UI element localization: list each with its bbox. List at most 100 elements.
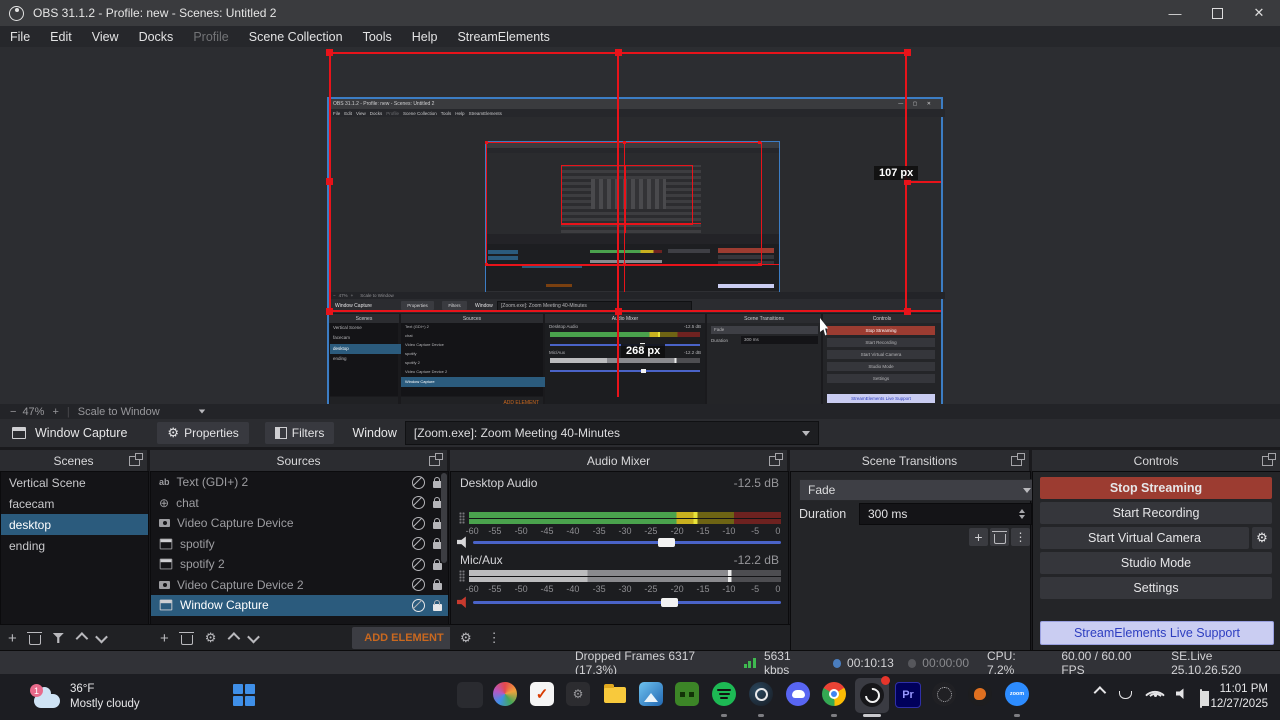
- maximize-button[interactable]: [1196, 0, 1238, 26]
- scenes-popout-icon[interactable]: [129, 453, 143, 466]
- discord-icon[interactable]: [786, 682, 810, 706]
- minecraft-icon[interactable]: [675, 682, 699, 706]
- selection-handle-ml[interactable]: [326, 178, 333, 185]
- fl-studio-icon[interactable]: [968, 682, 992, 706]
- mixer-panel-header[interactable]: Audio Mixer: [450, 450, 787, 471]
- weather-widget[interactable]: 1 36°F Mostly cloudy: [30, 682, 140, 712]
- minimize-button[interactable]: —: [1154, 0, 1196, 26]
- lock-icon[interactable]: [433, 558, 442, 570]
- source-item-video-capture-2[interactable]: Video Capture Device 2: [151, 575, 448, 596]
- sources-scrollbar[interactable]: [441, 473, 447, 563]
- scene-up-button[interactable]: [75, 631, 89, 645]
- scene-item-desktop[interactable]: desktop: [1, 514, 148, 535]
- properties-button[interactable]: ⚙ Properties: [157, 422, 249, 444]
- close-button[interactable]: ✕: [1238, 0, 1280, 26]
- start-recording-button[interactable]: Start Recording: [1040, 502, 1272, 524]
- menu-edit[interactable]: Edit: [40, 26, 82, 47]
- zoom-out-button[interactable]: −: [0, 406, 22, 418]
- photos-app-icon[interactable]: [639, 682, 663, 706]
- start-virtual-camera-button[interactable]: Start Virtual Camera: [1040, 527, 1249, 549]
- scene-down-button[interactable]: [94, 630, 108, 643]
- scene-filters-button[interactable]: [52, 633, 64, 643]
- menu-streamelements[interactable]: StreamElements: [447, 26, 559, 47]
- spotify-icon[interactable]: [712, 682, 736, 706]
- scale-mode-select[interactable]: Scale to Window: [70, 406, 168, 418]
- remove-scene-button[interactable]: [27, 631, 43, 645]
- scene-item-facecam[interactable]: facecam: [1, 493, 148, 514]
- lock-icon[interactable]: [433, 579, 442, 591]
- mixer-grip-handle[interactable]: [459, 512, 465, 524]
- source-down-button[interactable]: [247, 630, 261, 643]
- source-up-button[interactable]: [227, 631, 241, 645]
- mixer-grip-handle[interactable]: [459, 570, 465, 582]
- zoom-in-button[interactable]: +: [44, 406, 66, 418]
- window-capture-source[interactable]: OBS 31.1.2 - Profile: new - Scenes: Unti…: [329, 99, 947, 444]
- source-item-spotify[interactable]: spotify: [151, 534, 448, 555]
- mic-volume-handle[interactable]: [660, 598, 678, 607]
- premiere-icon[interactable]: Pr: [895, 682, 921, 708]
- visibility-icon[interactable]: [412, 496, 425, 510]
- streamelements-support-button[interactable]: StreamElements Live Support: [1040, 621, 1274, 645]
- transitions-popout-icon[interactable]: [1011, 453, 1025, 466]
- selection-handle-br[interactable]: [904, 308, 911, 315]
- controls-popout-icon[interactable]: [1262, 453, 1276, 466]
- scenes-panel-header[interactable]: Scenes: [0, 450, 147, 471]
- obs-active-box[interactable]: [855, 676, 890, 713]
- source-item-chat[interactable]: ⊕ chat: [151, 493, 448, 514]
- menu-scene-collection[interactable]: Scene Collection: [239, 26, 353, 47]
- preview-canvas[interactable]: OBS 31.1.2 - Profile: new - Scenes: Unti…: [0, 47, 1280, 444]
- menu-file[interactable]: File: [0, 26, 40, 47]
- visibility-icon[interactable]: [412, 578, 425, 592]
- file-explorer-icon[interactable]: [602, 682, 628, 708]
- add-element-button[interactable]: ADD ELEMENT: [352, 627, 456, 649]
- tray-volume-icon[interactable]: [1176, 688, 1184, 699]
- zoom-icon[interactable]: zoom: [1005, 682, 1029, 706]
- tray-expand-icon[interactable]: [1093, 686, 1107, 699]
- source-item-text[interactable]: ab Text (GDI+) 2: [151, 472, 448, 493]
- stop-streaming-button[interactable]: Stop Streaming: [1040, 477, 1272, 499]
- utility-app-icon[interactable]: ⚙: [566, 682, 590, 706]
- todo-check-icon[interactable]: ✓: [530, 682, 554, 706]
- scene-item-vertical-scene[interactable]: Vertical Scene: [1, 472, 148, 493]
- selection-handle-bl[interactable]: [326, 308, 333, 315]
- sources-panel-header[interactable]: Sources: [150, 450, 447, 471]
- menu-help[interactable]: Help: [402, 26, 448, 47]
- transitions-panel-header[interactable]: Scene Transitions: [790, 450, 1029, 471]
- remove-transition-button[interactable]: [990, 528, 1009, 546]
- source-item-spotify-2[interactable]: spotify 2: [151, 554, 448, 575]
- source-item-window-capture[interactable]: Window Capture: [151, 595, 448, 616]
- add-transition-button[interactable]: +: [969, 528, 988, 546]
- add-scene-button[interactable]: +: [8, 630, 17, 647]
- tray-battery-icon[interactable]: [1200, 689, 1202, 708]
- remove-source-button[interactable]: [179, 631, 195, 645]
- transition-kebab-button[interactable]: ⋮: [1011, 528, 1030, 546]
- mic-volume-slider[interactable]: [473, 598, 781, 607]
- speaker-icon[interactable]: [457, 536, 466, 548]
- selection-handle-tr[interactable]: [904, 49, 911, 56]
- mixer-gear-icon[interactable]: ⚙: [460, 630, 472, 646]
- selection-handle-bc[interactable]: [615, 308, 622, 315]
- visibility-icon[interactable]: [412, 516, 425, 530]
- duration-spinner-arrows-icon[interactable]: [1019, 509, 1025, 519]
- duration-input[interactable]: 300 ms: [859, 503, 1032, 525]
- visibility-icon[interactable]: [412, 557, 425, 571]
- scale-mode-arrow-icon[interactable]: [198, 409, 205, 414]
- selection-handle-tl[interactable]: [326, 49, 333, 56]
- source-item-video-capture[interactable]: Video Capture Device: [151, 513, 448, 534]
- studio-mode-button[interactable]: Studio Mode: [1040, 552, 1272, 574]
- menu-tools[interactable]: Tools: [353, 26, 402, 47]
- scene-item-ending[interactable]: ending: [1, 535, 148, 556]
- add-source-button[interactable]: +: [160, 630, 169, 647]
- visibility-icon[interactable]: [412, 598, 425, 612]
- settings-button[interactable]: Settings: [1040, 577, 1272, 599]
- sources-popout-icon[interactable]: [429, 453, 443, 466]
- menu-profile[interactable]: Profile: [183, 26, 238, 47]
- selection-bottom-edge[interactable]: [329, 310, 941, 312]
- filters-button[interactable]: Filters: [264, 422, 335, 444]
- virtual-camera-config-button[interactable]: ⚙: [1252, 527, 1272, 549]
- mixer-popout-icon[interactable]: [769, 453, 783, 466]
- source-properties-gear-icon[interactable]: ⚙: [205, 630, 217, 646]
- steam-icon[interactable]: [749, 682, 773, 706]
- mixer-kebab-icon[interactable]: ⋮: [488, 630, 501, 646]
- chrome-icon[interactable]: [822, 682, 846, 706]
